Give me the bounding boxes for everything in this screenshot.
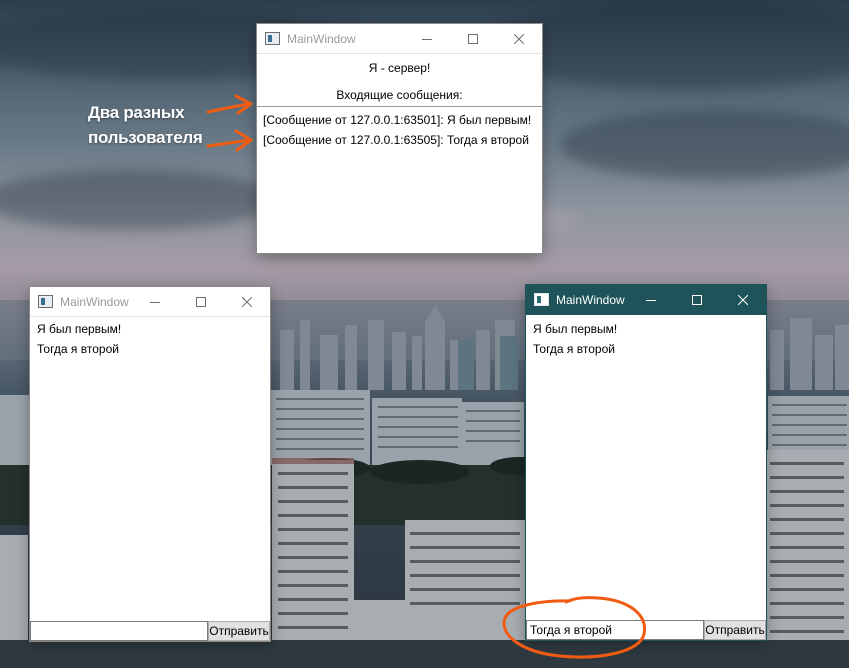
client-window-titlebar[interactable]: MainWindow xyxy=(30,287,270,317)
window-title: MainWindow xyxy=(287,31,356,46)
minimize-icon xyxy=(646,299,656,301)
incoming-messages-list[interactable]: [Сообщение от 127.0.0.1:63501]: Я был пе… xyxy=(257,106,542,253)
chat-messages-list[interactable]: Я был первым! Тогда я второй xyxy=(526,319,766,620)
minimize-button[interactable] xyxy=(628,285,674,314)
client-window-right[interactable]: MainWindow Я был первым! Тогда я второй … xyxy=(526,285,766,640)
message-input-bar: Отправить xyxy=(526,620,766,640)
chat-messages-list[interactable]: Я был первым! Тогда я второй xyxy=(30,319,270,621)
annotation-line-1: Два разных xyxy=(88,103,185,122)
annotation-line-2: пользователя xyxy=(88,128,203,147)
window-app-icon xyxy=(265,32,280,45)
maximize-button[interactable] xyxy=(450,24,496,53)
maximize-icon xyxy=(692,294,702,305)
close-icon xyxy=(738,294,748,305)
desktop-wallpaper: Два разных пользователя MainWindow Я - с… xyxy=(0,0,849,668)
server-heading: Я - сервер! xyxy=(368,61,431,75)
maximize-button[interactable] xyxy=(674,285,720,314)
annotation-label: Два разных пользователя xyxy=(88,100,203,150)
minimize-button[interactable] xyxy=(404,24,450,53)
window-app-icon xyxy=(38,295,53,308)
window-title: MainWindow xyxy=(556,292,625,307)
list-item: Тогда я второй xyxy=(533,342,615,356)
minimize-icon xyxy=(422,38,432,40)
send-button[interactable]: Отправить xyxy=(704,620,766,640)
close-button[interactable] xyxy=(720,285,766,314)
list-item: [Сообщение от 127.0.0.1:63501]: Я был пе… xyxy=(263,113,532,127)
list-item: Я был первым! xyxy=(37,322,122,336)
client-window-titlebar[interactable]: MainWindow xyxy=(526,285,766,315)
minimize-button[interactable] xyxy=(132,287,178,316)
maximize-icon xyxy=(468,33,478,44)
server-window-titlebar[interactable]: MainWindow xyxy=(257,24,542,54)
list-item: Я был первым! xyxy=(533,322,618,336)
client-window-left[interactable]: MainWindow Я был первым! Тогда я второй … xyxy=(30,287,270,641)
server-subheading: Входящие сообщения: xyxy=(336,88,463,102)
maximize-icon xyxy=(196,296,206,307)
list-item: Тогда я второй xyxy=(37,342,119,356)
close-button[interactable] xyxy=(496,24,542,53)
close-icon xyxy=(514,33,524,44)
close-icon xyxy=(242,296,252,307)
window-app-icon xyxy=(534,293,549,306)
message-input[interactable] xyxy=(526,620,704,640)
server-window[interactable]: MainWindow Я - сервер! Входящие сообщени… xyxy=(257,24,542,253)
close-button[interactable] xyxy=(224,287,270,316)
send-button[interactable]: Отправить xyxy=(208,621,270,641)
message-input-bar: Отправить xyxy=(30,621,270,641)
maximize-button[interactable] xyxy=(178,287,224,316)
window-title: MainWindow xyxy=(60,294,129,309)
list-item: [Сообщение от 127.0.0.1:63505]: Тогда я … xyxy=(263,133,529,147)
minimize-icon xyxy=(150,301,160,303)
message-input[interactable] xyxy=(30,621,208,641)
